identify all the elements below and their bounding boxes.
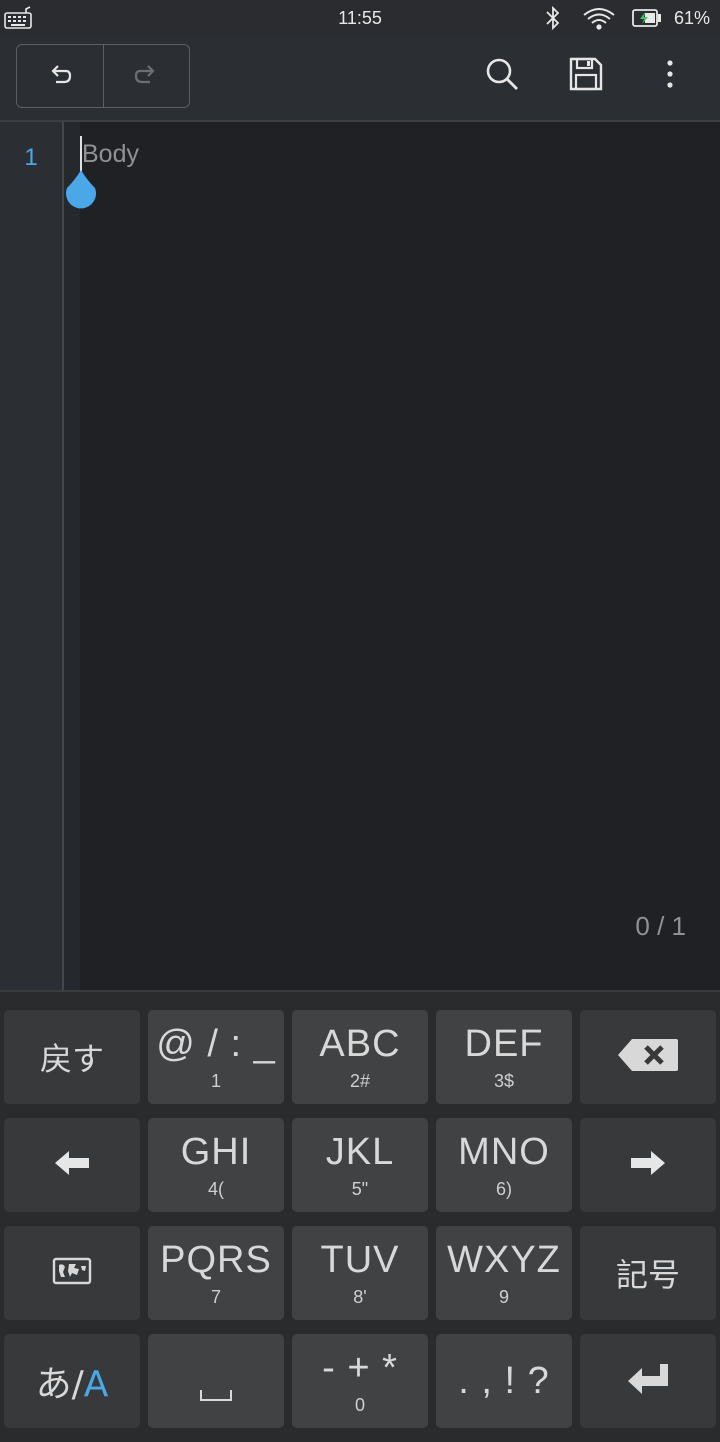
line-counter: 0 / 1: [635, 911, 686, 941]
wifi-icon: [582, 6, 616, 37]
key-main-label: PQRS: [160, 1238, 272, 1281]
cursor-handle[interactable]: [62, 168, 100, 218]
flick-keyboard: 戻す @ / : _ 1 ABC 2# DEF 3$ GHI 4( JKL 5"…: [0, 990, 720, 1442]
key-tuv-8[interactable]: TUV 8': [292, 1226, 428, 1320]
key-sub-label: 6): [495, 1178, 512, 1199]
key-sub-label: 4(: [207, 1178, 224, 1199]
line-number: 1: [24, 144, 38, 171]
key-cursor-right[interactable]: [580, 1118, 716, 1212]
key-symbols-1[interactable]: @ / : _ 1: [148, 1010, 284, 1104]
gutter-strip: [64, 122, 80, 990]
key-emoji[interactable]: [4, 1226, 140, 1320]
key-enter[interactable]: [580, 1334, 716, 1428]
key-sub-label: 9: [498, 1286, 509, 1307]
key-input-mode-toggle[interactable]: あ/A: [4, 1334, 140, 1428]
more-vert-icon: [666, 59, 674, 93]
battery-percent: 61%: [674, 8, 711, 28]
undo-redo-group: [16, 44, 190, 108]
space-icon: [199, 1387, 233, 1406]
key-sub-label: 8': [353, 1286, 367, 1307]
key-sub-label: 1: [210, 1070, 221, 1091]
status-bar: 11:55 61%: [0, 0, 720, 36]
key-abc-2[interactable]: ABC 2#: [292, 1010, 428, 1104]
key-main-label: DEF: [464, 1022, 544, 1065]
battery-charging-icon: [632, 9, 662, 32]
text-editor-area[interactable]: [80, 122, 720, 990]
key-back-label: 戻す: [39, 1040, 104, 1078]
key-ghi-4[interactable]: GHI 4(: [148, 1118, 284, 1212]
body-placeholder: Body: [82, 140, 139, 168]
enter-icon: [626, 1362, 670, 1400]
key-pqrs-7[interactable]: PQRS 7: [148, 1226, 284, 1320]
editor-toolbar: [0, 36, 720, 122]
key-jkl-5[interactable]: JKL 5": [292, 1118, 428, 1212]
key-backspace[interactable]: [580, 1010, 716, 1104]
key-sub-label: 2#: [349, 1070, 371, 1091]
undo-button[interactable]: [17, 45, 103, 107]
save-icon: [569, 57, 603, 95]
arrow-right-icon: [629, 1149, 667, 1181]
key-def-3[interactable]: DEF 3$: [436, 1010, 572, 1104]
key-main-label: - + *: [322, 1346, 398, 1389]
key-wxyz-9[interactable]: WXYZ 9: [436, 1226, 572, 1320]
key-punctuation[interactable]: . , ! ?: [436, 1334, 572, 1428]
search-button[interactable]: [482, 56, 522, 96]
bluetooth-icon: [543, 5, 563, 36]
redo-button[interactable]: [102, 45, 190, 107]
key-main-label: TUV: [320, 1238, 400, 1281]
key-back[interactable]: 戻す: [4, 1010, 140, 1104]
key-sub-label: 5": [351, 1178, 369, 1199]
undo-icon: [47, 61, 73, 91]
key-cursor-left[interactable]: [4, 1118, 140, 1212]
key-sub-label: 0: [354, 1394, 365, 1415]
key-operators-0[interactable]: - + * 0: [292, 1334, 428, 1428]
key-mno-6[interactable]: MNO 6): [436, 1118, 572, 1212]
backspace-icon: [616, 1037, 680, 1077]
input-mode-label: あ/A: [36, 1355, 109, 1407]
key-main-label: . , ! ?: [458, 1360, 550, 1402]
key-symbol-label: 記号: [615, 1256, 680, 1294]
key-main-label: @ / : _: [156, 1022, 276, 1065]
save-button[interactable]: [566, 56, 606, 96]
text-caret: [80, 136, 82, 172]
key-space[interactable]: [148, 1334, 284, 1428]
globe-map-icon: [52, 1257, 92, 1289]
key-main-label: GHI: [180, 1130, 252, 1173]
line-number-gutter: [0, 122, 62, 990]
key-symbol-mode[interactable]: 記号: [580, 1226, 716, 1320]
kana-mode-label: あ/: [35, 1364, 84, 1405]
key-main-label: MNO: [458, 1130, 550, 1173]
redo-icon: [133, 61, 159, 91]
search-icon: [484, 56, 520, 96]
more-options-button[interactable]: [650, 56, 690, 96]
key-sub-label: 3$: [493, 1070, 515, 1091]
arrow-left-icon: [53, 1149, 91, 1181]
alpha-mode-label: A: [83, 1364, 109, 1405]
key-sub-label: 7: [210, 1286, 221, 1307]
key-main-label: ABC: [319, 1022, 401, 1065]
key-main-label: JKL: [325, 1130, 395, 1173]
key-main-label: WXYZ: [447, 1238, 561, 1281]
